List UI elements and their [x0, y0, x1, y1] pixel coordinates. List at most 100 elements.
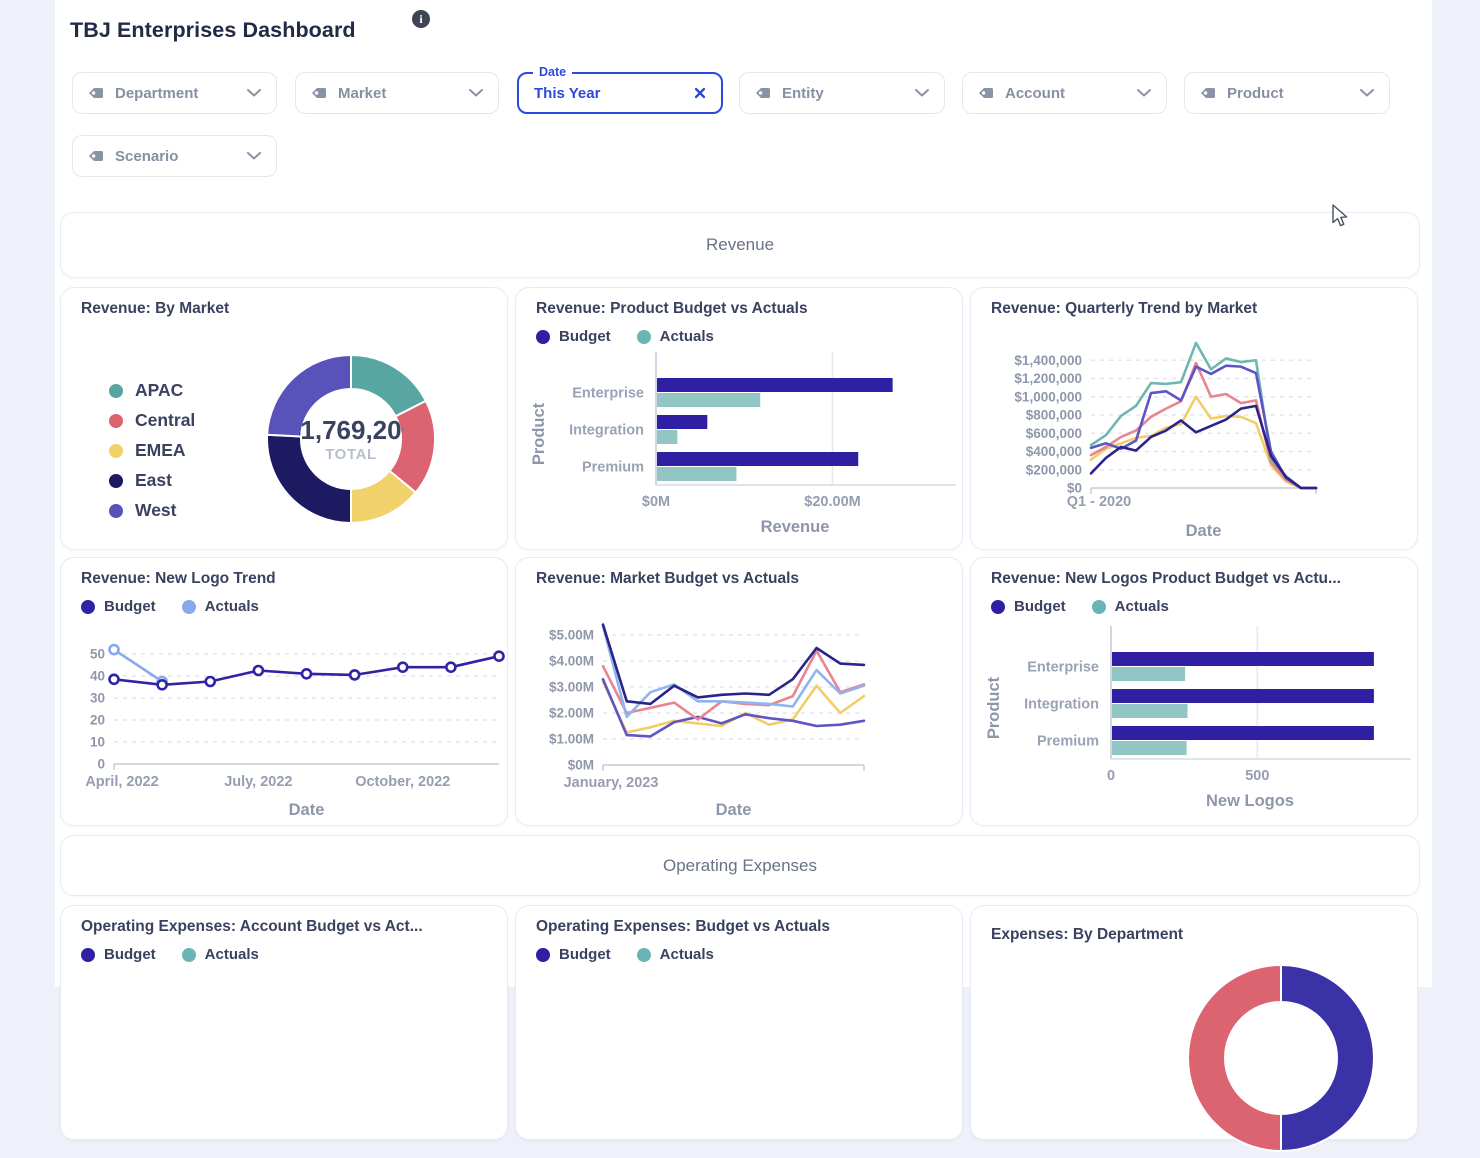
card-new-logos-product-budget-vs-actuals: Revenue: New Logos Product Budget vs Act… [970, 557, 1418, 826]
legend-item-budget[interactable]: Budget [536, 328, 611, 345]
close-icon[interactable] [694, 87, 706, 99]
legend-item-budget[interactable]: Budget [991, 598, 1066, 615]
legend-dot [637, 948, 651, 962]
filter-chip-label: Account [1005, 85, 1126, 102]
legend-item-actuals[interactable]: Actuals [637, 328, 714, 345]
svg-text:Premium: Premium [1037, 734, 1099, 750]
legend-label: Central [135, 410, 195, 431]
filter-chip-scenario[interactable]: Scenario [72, 135, 277, 177]
filter-chip-product[interactable]: Product [1184, 72, 1390, 114]
filter-chip-department[interactable]: Department [72, 72, 277, 114]
chart-title: Revenue: Quarterly Trend by Market [991, 300, 1257, 318]
svg-text:$0M: $0M [642, 494, 670, 510]
chart-legend: Budget Actuals [991, 598, 1169, 615]
svg-text:$2.00M: $2.00M [549, 706, 594, 721]
legend-label: Actuals [660, 946, 714, 963]
legend-item-actuals[interactable]: Actuals [1092, 598, 1169, 615]
legend-item-budget[interactable]: Budget [536, 946, 611, 963]
legend-item-actuals[interactable]: Actuals [637, 946, 714, 963]
legend-dot [637, 330, 651, 344]
legend-item-actuals[interactable]: Actuals [182, 946, 259, 963]
svg-text:Date: Date [1186, 522, 1222, 540]
chart-title: Revenue: New Logo Trend [81, 570, 276, 588]
section-title: Operating Expenses [663, 856, 817, 876]
filter-chip-label: Product [1227, 85, 1349, 102]
date-filter-value: This Year [534, 85, 683, 102]
svg-text:$1,000,000: $1,000,000 [1014, 389, 1082, 404]
legend-item-emea[interactable]: EMEA [109, 440, 195, 461]
chart-title: Revenue: Market Budget vs Actuals [536, 570, 799, 588]
chart-legend: APAC Central EMEA East West [109, 380, 195, 521]
svg-text:$0M: $0M [568, 758, 594, 773]
donut-chart[interactable]: 41,769,200TOTAL [266, 354, 436, 524]
chevron-down-icon [247, 152, 261, 160]
card-market-budget-vs-actuals: Revenue: Market Budget vs Actuals $5.00M… [515, 557, 963, 826]
legend-label: APAC [135, 380, 183, 401]
legend-label: Actuals [1115, 598, 1169, 615]
section-header-operating-expenses: Operating Expenses [60, 835, 1420, 896]
svg-text:40: 40 [90, 669, 105, 684]
filter-chip-label: Entity [782, 85, 904, 102]
svg-text:Revenue: Revenue [761, 518, 830, 536]
bar-chart[interactable]: 0500EnterpriseIntegrationPremiumNew Logo… [971, 622, 1419, 819]
chart-title: Operating Expenses: Budget vs Actuals [536, 918, 830, 936]
filter-chip-account[interactable]: Account [962, 72, 1167, 114]
chart-legend: Budget Actuals [536, 328, 714, 345]
chevron-down-icon [1360, 89, 1374, 97]
line-chart[interactable]: 50403020100April, 2022July, 2022October,… [61, 598, 509, 832]
svg-text:July, 2022: July, 2022 [224, 774, 292, 790]
svg-text:Enterprise: Enterprise [572, 386, 644, 402]
legend-item-central[interactable]: Central [109, 410, 195, 431]
legend-dot [536, 330, 550, 344]
legend-dot [1092, 600, 1106, 614]
section-title: Revenue [706, 235, 774, 255]
legend-label: Budget [104, 946, 156, 963]
card-new-logo-trend: Revenue: New Logo Trend BudgetActuals 50… [60, 557, 508, 826]
filter-chip-date[interactable]: Date This Year [517, 72, 723, 114]
mouse-cursor [1329, 204, 1351, 228]
card-opex-account-budget-vs-actuals: Operating Expenses: Account Budget vs Ac… [60, 905, 508, 1140]
svg-text:10: 10 [90, 735, 105, 750]
svg-text:$3.00M: $3.00M [549, 680, 594, 695]
legend-label: East [135, 470, 172, 491]
line-chart[interactable]: $5.00M$4.00M$3.00M$2.00M$1.00M$0MJanuary… [516, 598, 964, 832]
svg-text:Product: Product [985, 676, 1003, 739]
filter-chip-entity[interactable]: Entity [739, 72, 945, 114]
legend-item-west[interactable]: West [109, 500, 195, 521]
svg-text:Integration: Integration [1024, 697, 1099, 713]
chevron-down-icon [247, 89, 261, 97]
svg-text:$200,000: $200,000 [1026, 462, 1082, 477]
date-filter-label: Date [533, 65, 572, 79]
card-expenses-by-department: Expenses: By Department [970, 905, 1418, 1140]
svg-text:Q1 - 2020: Q1 - 2020 [1067, 494, 1132, 510]
svg-text:New Logos: New Logos [1206, 792, 1294, 810]
legend-dot [109, 414, 123, 428]
donut-center-total: 41,769,200TOTAL [299, 406, 403, 472]
svg-text:$5.00M: $5.00M [549, 628, 594, 643]
info-icon[interactable]: i [412, 10, 430, 28]
chart-legend: Budget Actuals [81, 946, 259, 963]
legend-label: EMEA [135, 440, 186, 461]
tag-icon [1200, 86, 1216, 100]
legend-item-apac[interactable]: APAC [109, 380, 195, 401]
filter-chip-market[interactable]: Market [295, 72, 499, 114]
line-chart[interactable]: $1,400,000$1,200,000$1,000,000$800,000$6… [971, 330, 1419, 555]
legend-item-budget[interactable]: Budget [81, 946, 156, 963]
legend-dot [109, 444, 123, 458]
legend-dot [109, 504, 123, 518]
svg-text:January, 2023: January, 2023 [564, 775, 659, 791]
tag-icon [88, 86, 104, 100]
chart-legend: Budget Actuals [536, 946, 714, 963]
chart-title: Revenue: New Logos Product Budget vs Act… [991, 570, 1341, 588]
legend-dot [991, 600, 1005, 614]
bar-chart[interactable]: $0M$20.00MEnterpriseIntegrationPremiumRe… [516, 348, 964, 545]
svg-text:$4.00M: $4.00M [549, 654, 594, 669]
donut-chart[interactable] [1186, 963, 1376, 1153]
svg-text:Enterprise: Enterprise [1027, 660, 1099, 676]
svg-text:Product: Product [530, 402, 548, 465]
chevron-down-icon [1137, 89, 1151, 97]
legend-item-east[interactable]: East [109, 470, 195, 491]
svg-text:$400,000: $400,000 [1026, 444, 1082, 459]
card-product-budget-vs-actuals: Revenue: Product Budget vs Actuals Budge… [515, 287, 963, 550]
svg-text:$600,000: $600,000 [1026, 426, 1082, 441]
